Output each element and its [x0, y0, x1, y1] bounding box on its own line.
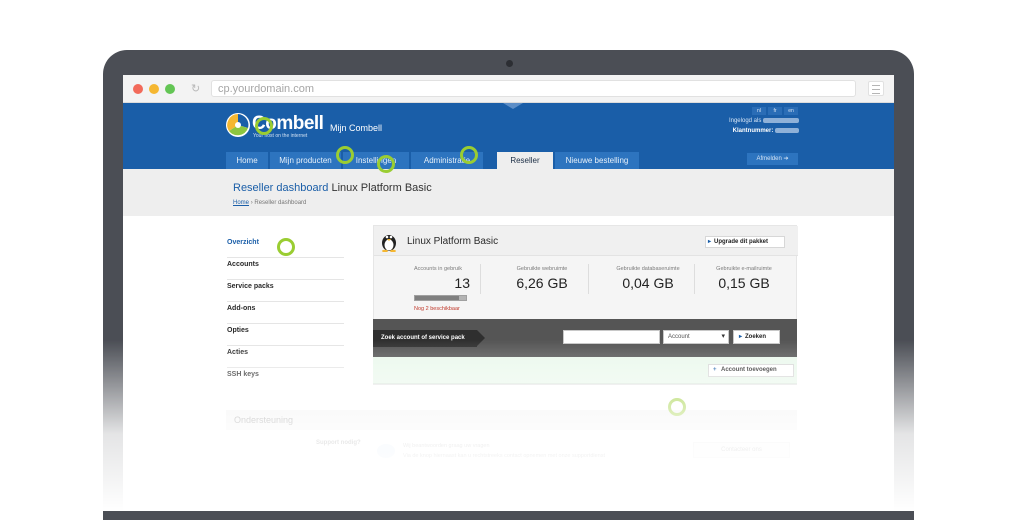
username-redacted: [763, 118, 799, 123]
page-title-suffix: Linux Platform Basic: [331, 182, 432, 194]
breadcrumb: Home › Reseller dashboard: [233, 200, 306, 206]
support-line-1: Wij beantwoorden graag uw vragen: [403, 443, 490, 449]
tour-marker[interactable]: [668, 398, 686, 416]
stat-value: 0,04 GB: [622, 275, 674, 291]
stat-webruimte: Gebruikte webruimte 6,26 GB: [492, 266, 592, 291]
sidebar-item-add-ons[interactable]: Add-ons: [227, 302, 344, 324]
support-heading: Ondersteuning: [226, 410, 797, 430]
stat-value: 6,26 GB: [516, 275, 568, 291]
minimize-window-button[interactable]: [149, 84, 159, 94]
stat-divider: [588, 264, 589, 294]
customer-number-row: Klantnummer:: [733, 128, 799, 134]
sidebar-item-accounts[interactable]: Accounts: [227, 258, 344, 280]
breadcrumb-separator: ›: [250, 200, 253, 206]
stat-label: Gebruikte databaseruimte: [616, 266, 680, 272]
tab-reseller[interactable]: Reseller: [497, 152, 554, 169]
tour-marker[interactable]: [277, 238, 295, 256]
stat-divider: [480, 264, 481, 294]
accounts-usage-fill: [415, 296, 460, 300]
stat-label: Accounts in gebruik: [414, 266, 462, 272]
support-line-2: Via de knop hiernaast kan u rechtstreeks…: [403, 453, 605, 459]
search-type-select[interactable]: Account: [663, 330, 729, 344]
stat-emailruimte: Gebruikte e-mailruimte 0,15 GB: [694, 266, 794, 291]
camera-icon: [506, 60, 513, 67]
contact-button[interactable]: Contacteer ons: [693, 442, 790, 458]
language-nl[interactable]: nl: [752, 107, 766, 115]
customer-number-redacted: [775, 128, 799, 133]
tab-home[interactable]: Home: [226, 152, 269, 169]
search-input[interactable]: [563, 330, 660, 344]
stat-databaseruimte: Gebruikte databaseruimte 0,04 GB: [598, 266, 698, 291]
search-button[interactable]: Zoeken: [733, 330, 780, 344]
sidebar-item-acties[interactable]: Acties: [227, 346, 344, 368]
stat-value: 0,15 GB: [718, 275, 770, 291]
accounts-available-text: Nog 2 beschikbaar: [414, 306, 460, 312]
upgrade-package-button[interactable]: Upgrade dit pakket: [705, 236, 785, 248]
search-tag-label: Zoek account of service pack: [373, 330, 485, 347]
page-title-main: Reseller dashboard: [233, 182, 329, 194]
tour-marker[interactable]: [336, 146, 354, 164]
browser-toolbar: ↻ cp.yourdomain.com: [123, 75, 894, 103]
breadcrumb-home-link[interactable]: Home: [233, 200, 249, 206]
stat-value: 13: [454, 275, 470, 291]
add-account-button[interactable]: Account toevoegen: [708, 364, 794, 377]
maximize-window-button[interactable]: [165, 84, 175, 94]
address-bar[interactable]: cp.yourdomain.com: [211, 80, 856, 97]
logout-button[interactable]: Afmelden ➔: [747, 153, 798, 165]
support-chat-icon: [377, 444, 395, 458]
sidebar-item-ssh-keys[interactable]: SSH keys: [227, 368, 344, 390]
language-en[interactable]: en: [784, 107, 798, 115]
sidebar-item-opties[interactable]: Opties: [227, 324, 344, 346]
tab-nieuwe-bestelling[interactable]: Nieuwe bestelling: [555, 152, 640, 169]
tour-marker[interactable]: [460, 146, 478, 164]
screen: ↻ cp.yourdomain.com Combell Your host on…: [123, 75, 894, 511]
stat-label: Gebruikte e-mailruimte: [716, 266, 772, 272]
logged-in-row: Ingelogd als: [729, 118, 799, 124]
breadcrumb-current: Reseller dashboard: [254, 200, 307, 206]
accounts-usage-bar: [414, 295, 467, 301]
sidebar-item-service-packs[interactable]: Service packs: [227, 280, 344, 302]
browser-menu-icon[interactable]: [868, 81, 884, 96]
reload-icon[interactable]: ↻: [191, 82, 200, 95]
add-account-strip: Account toevoegen: [373, 357, 797, 384]
tour-marker[interactable]: [255, 117, 273, 135]
logo-mark-icon: [226, 113, 250, 137]
tour-marker[interactable]: [377, 155, 395, 173]
customer-number-label: Klantnummer:: [732, 128, 774, 135]
section-label: Mijn Combell: [330, 123, 383, 133]
tab-mijn-producten[interactable]: Mijn producten: [270, 152, 342, 169]
package-panel-header: Linux Platform Basic Upgrade dit pakket: [374, 226, 798, 256]
support-question: Support nodig?: [316, 440, 361, 446]
header-notch: [503, 103, 523, 109]
search-strip: Zoek account of service pack Account Zoe…: [373, 319, 797, 357]
stat-label: Gebruikte webruimte: [516, 266, 568, 272]
title-band: Reseller dashboard Linux Platform Basic …: [123, 169, 894, 216]
page-title: Reseller dashboard Linux Platform Basic: [233, 182, 432, 194]
stat-accounts: Accounts in gebruik 13: [388, 266, 488, 291]
package-title: Linux Platform Basic: [407, 236, 499, 247]
language-fr[interactable]: fr: [768, 107, 782, 115]
close-window-button[interactable]: [133, 84, 143, 94]
logged-in-label: Ingelogd als: [728, 118, 762, 125]
linux-tux-icon: [382, 235, 396, 252]
